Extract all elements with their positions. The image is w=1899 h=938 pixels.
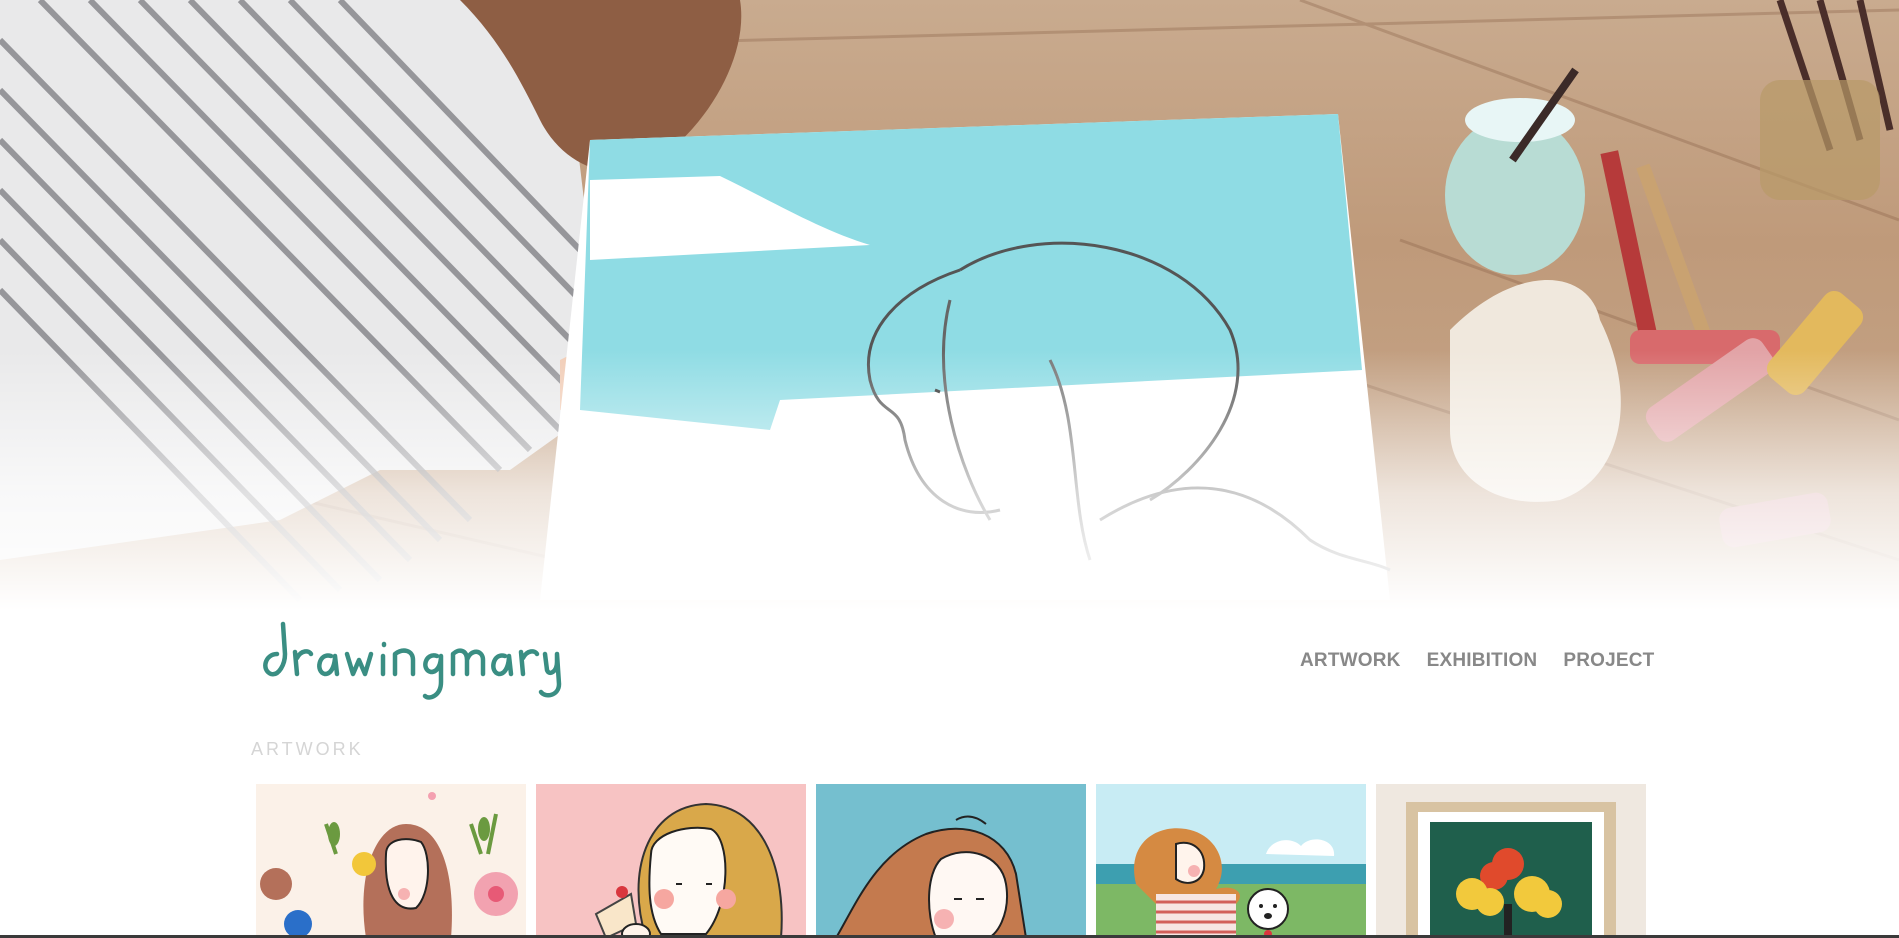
nav-item-artwork[interactable]: ARTWORK bbox=[1300, 650, 1401, 672]
artwork-blue-portrait[interactable] bbox=[816, 784, 1086, 938]
artwork-framed-tree[interactable] bbox=[1376, 784, 1646, 938]
hero-banner bbox=[0, 0, 1899, 610]
nav-item-project[interactable]: PROJECT bbox=[1563, 650, 1654, 672]
artwork-seaside-dog[interactable] bbox=[1096, 784, 1366, 938]
artwork-gallery bbox=[256, 784, 1646, 938]
main-nav: ARTWORK EXHIBITION PROJECT bbox=[1300, 650, 1654, 672]
nav-item-exhibition[interactable]: EXHIBITION bbox=[1427, 650, 1538, 672]
artwork-cake-portrait[interactable] bbox=[536, 784, 806, 938]
section-title-artwork: ARTWORK bbox=[251, 739, 364, 759]
site-logo[interactable]: drawingmary bbox=[255, 612, 565, 704]
logo-script-image bbox=[263, 621, 562, 700]
artwork-flowers-portrait[interactable] bbox=[256, 784, 526, 938]
hero-fade-overlay bbox=[0, 350, 1899, 610]
